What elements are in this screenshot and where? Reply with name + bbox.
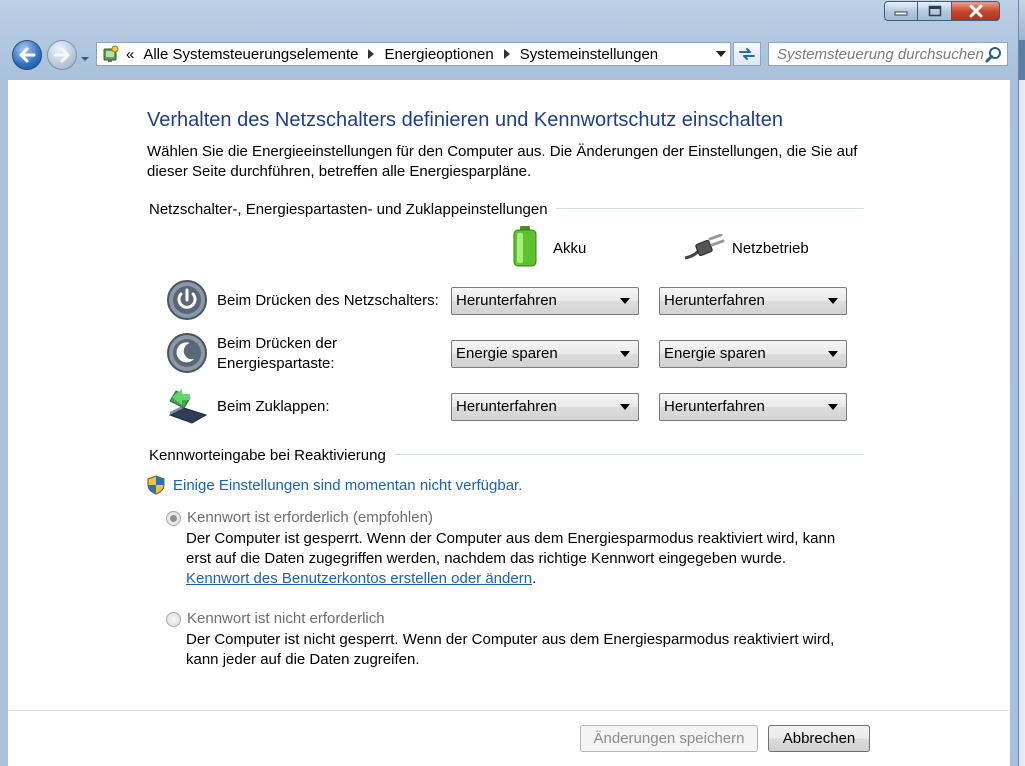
chevron-down-icon: [620, 404, 630, 410]
address-dropdown-icon[interactable]: [716, 51, 726, 58]
page-title: Verhalten des Netzschalters definieren u…: [147, 109, 783, 131]
content-pane: Verhalten des Netzschalters definieren u…: [8, 80, 1010, 766]
caption-buttons: [884, 1, 1000, 23]
breadcrumb-item-all-control-panel[interactable]: Alle Systemsteuerungselemente: [143, 46, 358, 63]
chevron-down-icon: [620, 298, 630, 304]
sleep-button-label-line2: Energiespartaste:: [217, 355, 335, 372]
refresh-icon: [739, 48, 755, 60]
unavailable-settings-text[interactable]: Einige Einstellungen sind momentan nicht…: [173, 477, 522, 494]
breadcrumb-item-power-options[interactable]: Energieoptionen: [384, 46, 493, 63]
sleep-button-label: Beim Drücken der Energiespartaste:: [217, 334, 337, 374]
chevron-down-icon: [828, 298, 838, 304]
address-bar[interactable]: « Alle Systemsteuerungselemente Energieo…: [96, 42, 731, 66]
power-button-plugged-in-value: Herunterfahren: [664, 292, 765, 309]
chevron-down-icon: [828, 404, 838, 410]
uac-shield-icon: [147, 475, 165, 495]
power-button-battery-select[interactable]: Herunterfahren: [451, 287, 639, 315]
maximize-icon: [928, 5, 941, 17]
save-changes-button[interactable]: Änderungen speichern: [580, 725, 758, 752]
power-button-plugged-in-select[interactable]: Herunterfahren: [659, 287, 847, 315]
search-input[interactable]: [769, 43, 987, 65]
forward-button[interactable]: [47, 40, 77, 70]
search-icon[interactable]: [985, 46, 1003, 67]
section-heading-buttons: Netzschalter-, Energiespartasten- und Zu…: [149, 201, 556, 218]
search-box[interactable]: [768, 42, 1008, 66]
minimize-icon: [894, 11, 908, 16]
control-panel-window: « Alle Systemsteuerungselemente Energieo…: [0, 0, 1019, 766]
close-icon: [969, 4, 982, 18]
chevron-down-icon: [81, 57, 89, 61]
sleep-button-battery-value: Energie sparen: [456, 345, 558, 362]
password-required-label[interactable]: Kennwort ist erforderlich (empfohlen): [187, 509, 433, 526]
chevron-down-icon: [828, 351, 838, 357]
footer-divider: [8, 710, 1010, 711]
lid-close-label: Beim Zuklappen:: [217, 398, 330, 415]
lid-close-plugged-in-value: Herunterfahren: [664, 398, 765, 415]
navigation-bar: « Alle Systemsteuerungselemente Energieo…: [0, 36, 1018, 74]
breadcrumb-overflow[interactable]: «: [126, 46, 134, 63]
unavailable-settings-link[interactable]: Einige Einstellungen sind momentan nicht…: [147, 473, 522, 497]
history-dropdown[interactable]: [80, 50, 90, 66]
section-heading-password: Kennworteingabe bei Reaktivierung: [149, 447, 394, 464]
back-arrow-icon: [19, 47, 36, 63]
sleep-button-plugged-in-select[interactable]: Energie sparen: [659, 340, 847, 368]
battery-icon: [511, 225, 539, 270]
power-button-label: Beim Drücken des Netzschalters:: [217, 292, 439, 309]
lid-close-battery-select[interactable]: Herunterfahren: [451, 393, 639, 421]
password-required-radio[interactable]: [166, 511, 181, 526]
link-period: .: [532, 570, 537, 587]
sleep-button-battery-select[interactable]: Energie sparen: [451, 340, 639, 368]
sleep-button-label-line1: Beim Drücken der: [217, 335, 338, 352]
lid-close-battery-value: Herunterfahren: [456, 398, 557, 415]
breadcrumb-item-system-settings[interactable]: Systemeinstellungen: [520, 46, 658, 63]
control-panel-icon: [102, 45, 120, 63]
breadcrumb-separator-icon[interactable]: [503, 49, 510, 59]
create-password-link[interactable]: Kennwort des Benutzerkontos erstellen od…: [186, 570, 532, 587]
power-button-battery-value: Herunterfahren: [456, 292, 557, 309]
password-not-required-label[interactable]: Kennwort ist nicht erforderlich: [187, 610, 385, 627]
maximize-button[interactable]: [918, 1, 952, 21]
back-button[interactable]: [12, 40, 42, 70]
laptop-lid-icon: [166, 385, 208, 427]
forward-arrow-icon: [53, 47, 70, 63]
sleep-button-plugged-in-value: Energie sparen: [664, 345, 766, 362]
password-required-text: Der Computer ist gesperrt. Wenn der Comp…: [186, 530, 836, 567]
password-not-required-description: Der Computer ist nicht gesperrt. Wenn de…: [186, 631, 835, 668]
chevron-down-icon: [620, 351, 630, 357]
password-not-required-radio[interactable]: [166, 612, 181, 627]
breadcrumb-separator-icon[interactable]: [368, 49, 375, 59]
lid-close-plugged-in-select[interactable]: Herunterfahren: [659, 393, 847, 421]
close-button[interactable]: [952, 1, 1000, 21]
cancel-button[interactable]: Abbrechen: [768, 725, 870, 752]
password-required-description: Der Computer ist gesperrt. Wenn der Comp…: [186, 529, 846, 589]
column-head-plugged-in: Netzbetrieb: [732, 240, 809, 257]
minimize-button[interactable]: [884, 1, 918, 21]
refresh-button[interactable]: [733, 42, 761, 66]
power-button-icon: [166, 279, 208, 321]
column-head-battery: Akku: [553, 240, 587, 257]
page-intro: Wählen Sie die Energieeinstellungen für …: [147, 143, 858, 180]
sleep-button-icon: [166, 332, 208, 374]
power-plug-icon: [683, 233, 725, 265]
